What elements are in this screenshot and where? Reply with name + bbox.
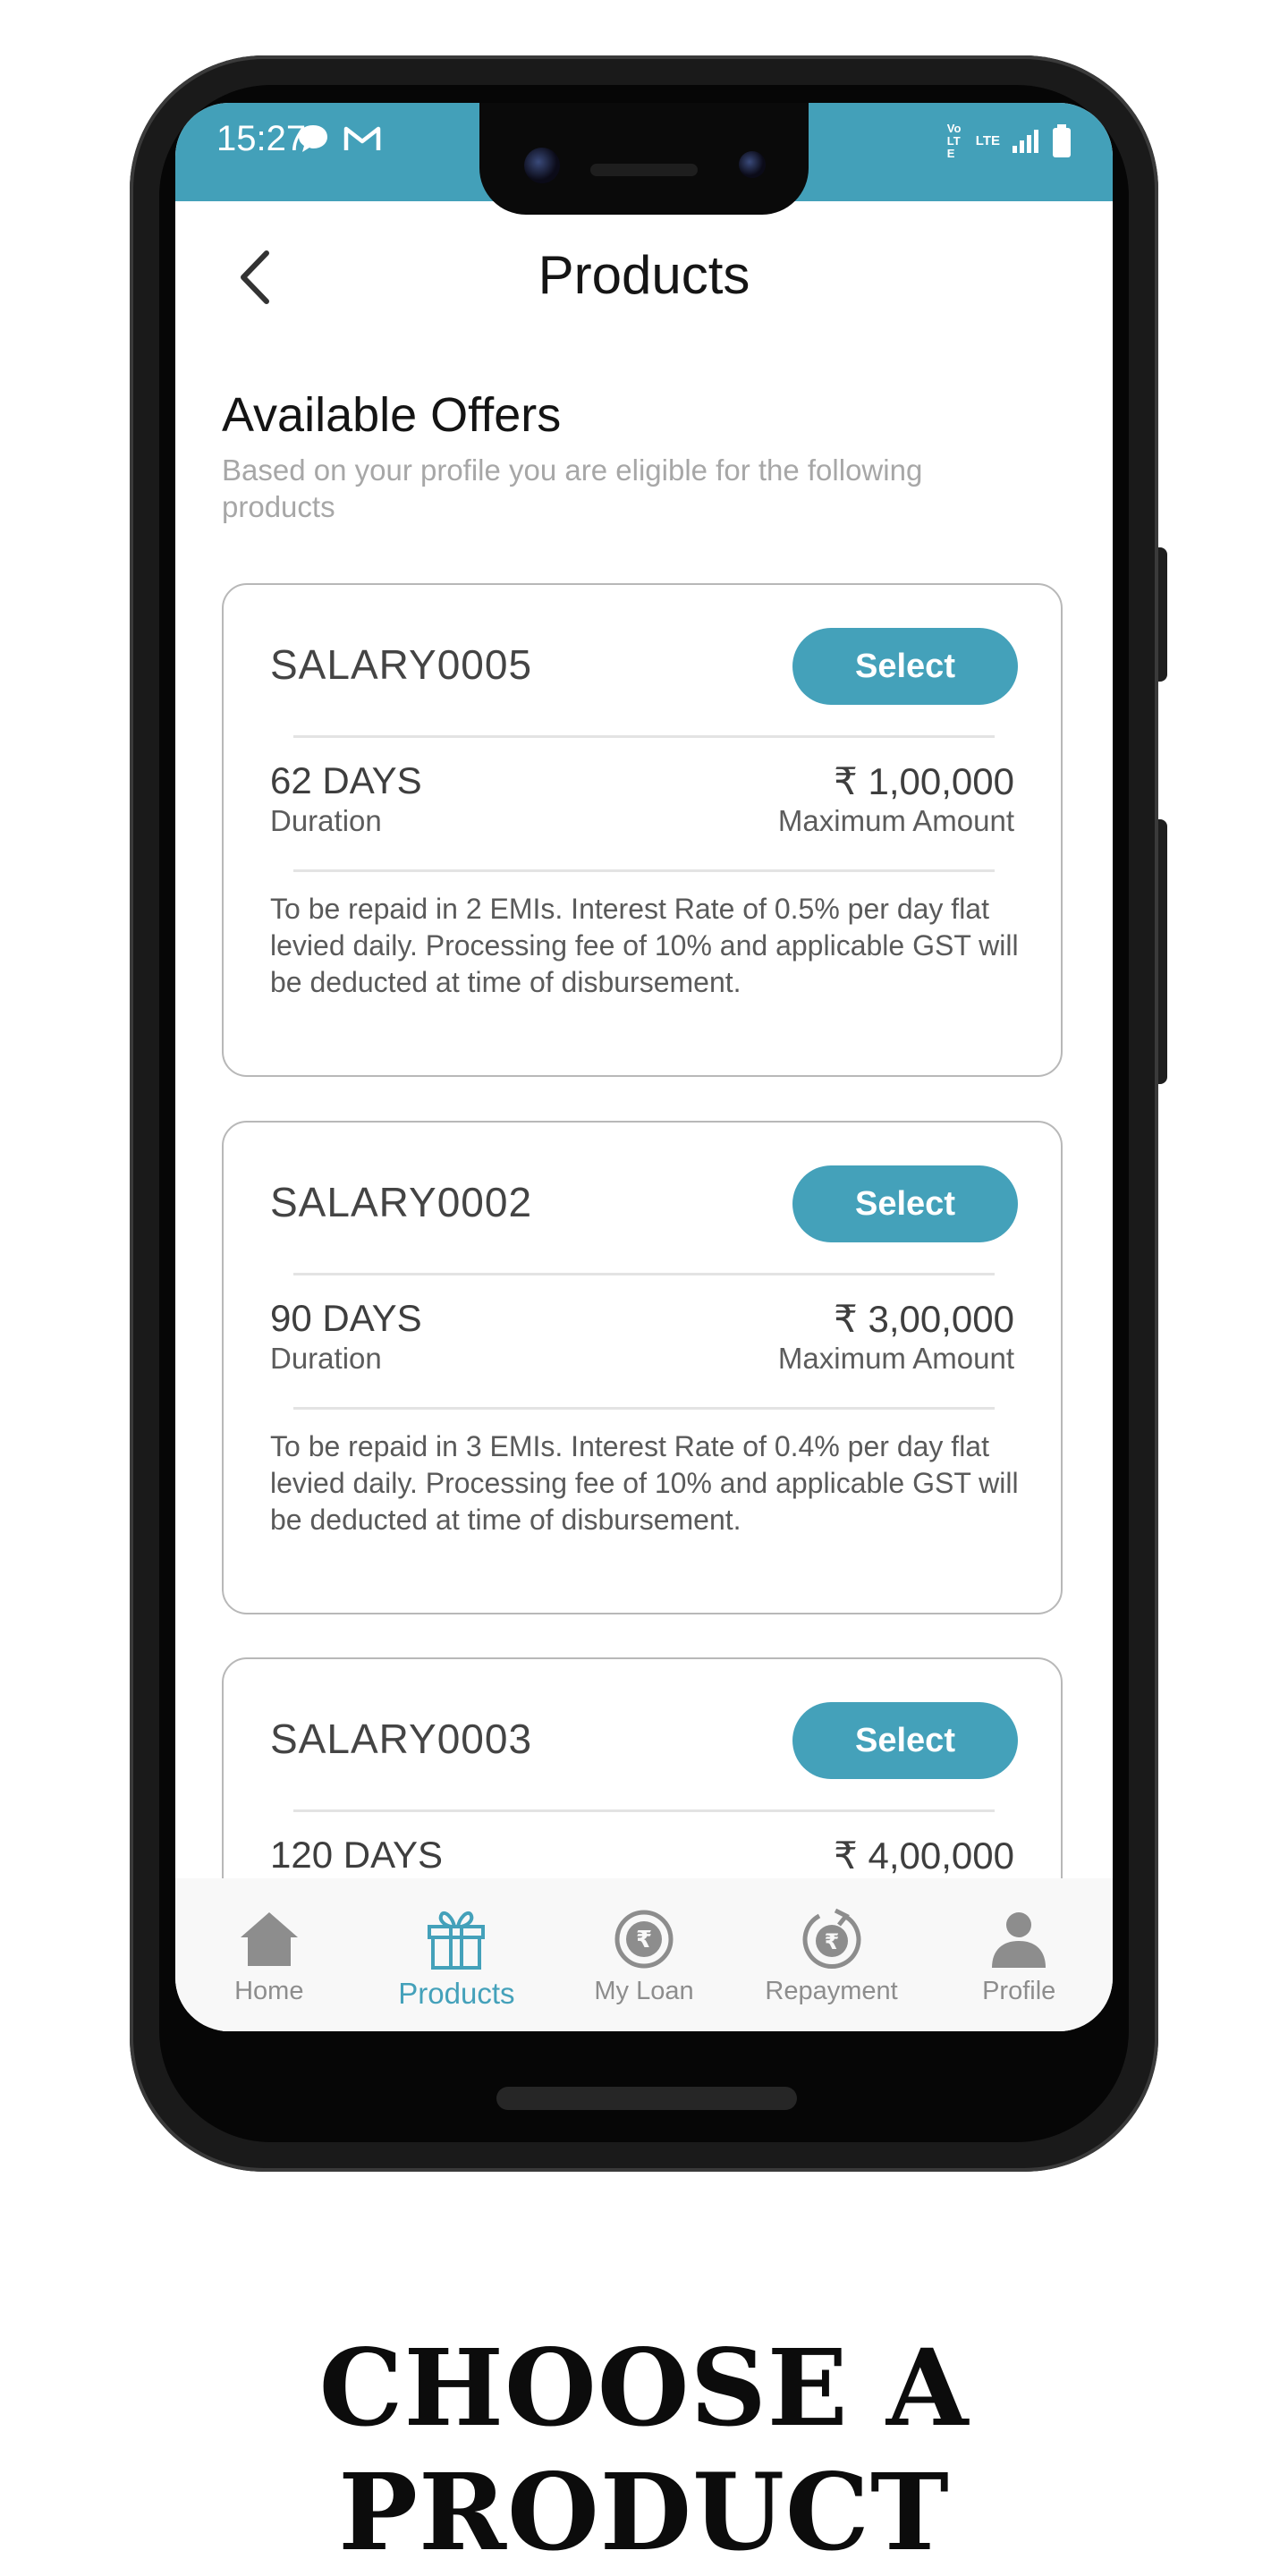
nav-item-repayment[interactable]: ₹ Repayment xyxy=(742,1878,921,2031)
product-name: SALARY0003 xyxy=(270,1716,533,1762)
battery-icon xyxy=(1053,124,1071,157)
card-divider xyxy=(293,869,995,872)
duration-label: Duration xyxy=(270,1342,382,1375)
rupee-refresh-icon: ₹ xyxy=(802,1908,861,1969)
duration-value: 90 DAYS xyxy=(270,1297,422,1339)
nav-item-profile[interactable]: Profile xyxy=(929,1878,1108,2031)
gift-icon xyxy=(428,1911,486,1970)
product-card: SALARY0002 Select 90 DAYS Duration ₹ 3,0… xyxy=(222,1121,1063,1614)
duration-value: 120 DAYS xyxy=(270,1834,443,1876)
home-icon xyxy=(240,1912,298,1966)
bottom-nav: Home Products ₹ My Loan ₹ Repayment Prof… xyxy=(175,1878,1113,2031)
volte-label: Vo LTE xyxy=(947,123,965,160)
amount-value: ₹ 1,00,000 xyxy=(834,760,1014,802)
gmail-icon xyxy=(343,126,381,150)
card-divider xyxy=(293,1273,995,1275)
nav-label: My Loan xyxy=(594,1977,694,2005)
offers-title: Available Offers xyxy=(222,388,562,442)
phone-bottom-grille xyxy=(496,2087,797,2110)
nav-label: Home xyxy=(234,1977,304,2005)
volte-text: Vo LTE xyxy=(946,122,962,160)
promo-caption: CHOOSE A PRODUCT xyxy=(318,2326,970,2574)
chat-bubble-icon xyxy=(299,125,327,152)
card-divider xyxy=(293,735,995,738)
product-name: SALARY0002 xyxy=(270,1179,533,1225)
front-camera xyxy=(524,148,560,183)
amount-label: Maximum Amount xyxy=(777,804,1014,837)
amount-value: ₹ 4,00,000 xyxy=(834,1835,1014,1877)
product-card: SALARY0005 Select 62 DAYS Duration ₹ 1,0… xyxy=(222,583,1063,1077)
lte-label: LTE xyxy=(975,133,1000,148)
app-screen: 15:27 Vo LTE LTE Products Available Offe… xyxy=(175,103,1113,2031)
nav-item-products[interactable]: Products xyxy=(367,1878,546,2031)
select-button[interactable]: Select xyxy=(792,1165,1018,1242)
camera-notch xyxy=(479,103,809,215)
front-sensor xyxy=(739,151,766,178)
nav-label: Profile xyxy=(982,1977,1056,2005)
duration-value: 62 DAYS xyxy=(270,759,422,801)
rupee-coin-icon: ₹ xyxy=(614,1910,674,1969)
offers-subtitle: Based on your profile you are eligible f… xyxy=(222,453,923,523)
select-button[interactable]: Select xyxy=(792,628,1018,705)
person-icon xyxy=(992,1912,1046,1968)
nav-item-my-loan[interactable]: ₹ My Loan xyxy=(555,1878,733,2031)
card-divider xyxy=(293,1407,995,1410)
amount-label: Maximum Amount xyxy=(777,1342,1014,1375)
card-divider xyxy=(293,1809,995,1812)
svg-text:₹: ₹ xyxy=(636,1927,652,1953)
page-title: Products xyxy=(538,245,750,305)
svg-text:₹: ₹ xyxy=(824,1929,839,1954)
select-button[interactable]: Select xyxy=(792,1702,1018,1779)
nav-item-home[interactable]: Home xyxy=(180,1878,359,2031)
nav-label: Repayment xyxy=(765,1977,898,2005)
nav-label: Products xyxy=(398,1977,515,2010)
signal-icon xyxy=(1013,130,1038,153)
product-name: SALARY0005 xyxy=(270,641,533,688)
status-time: 15:27 xyxy=(216,119,307,158)
product-description: To be repaid in 3 EMIs. Interest Rate of… xyxy=(270,1430,1019,1536)
earpiece-speaker xyxy=(590,164,698,176)
duration-label: Duration xyxy=(270,804,382,837)
product-description: To be repaid in 2 EMIs. Interest Rate of… xyxy=(270,893,1019,998)
amount-value: ₹ 3,00,000 xyxy=(834,1298,1014,1340)
